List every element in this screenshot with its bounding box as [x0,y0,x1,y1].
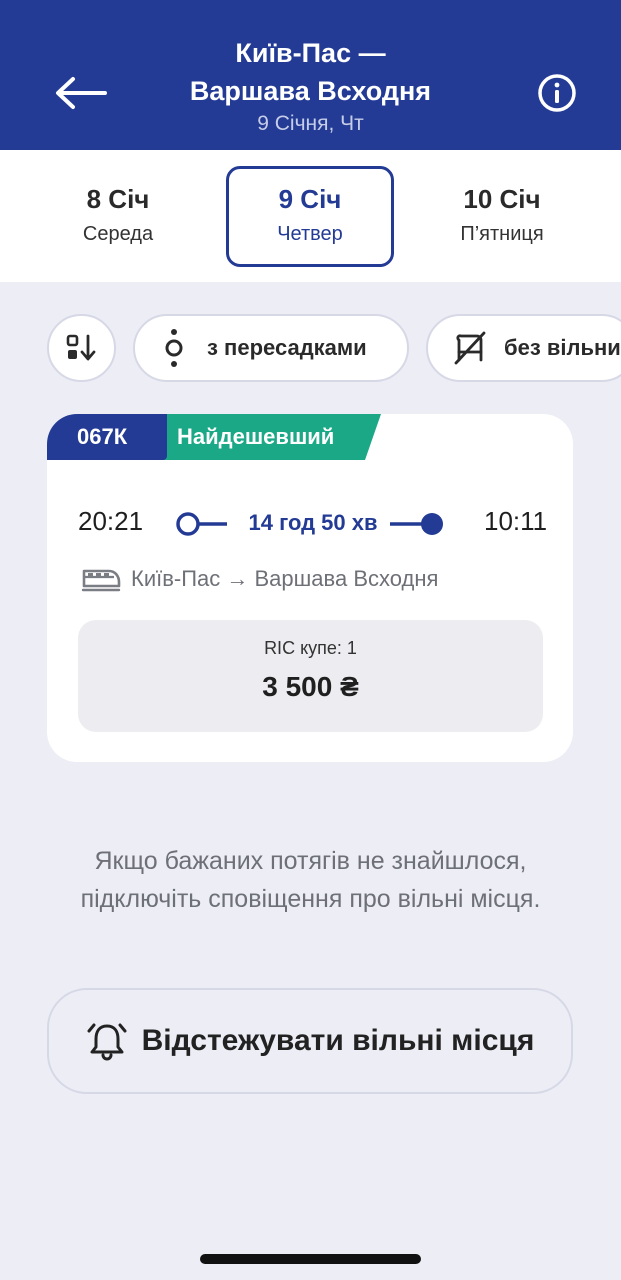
header: Київ-Пас — Варшава Всходня 9 Січня, Чт [0,0,621,150]
date-tab-weekday: П’ятниця [460,223,544,245]
arrival-time: 10:11 [484,506,548,536]
page-subtitle-date: 9 Січня, Чт [257,112,364,135]
date-tab-day: 8 Січ [86,184,150,214]
no-seats-filter-chip[interactable]: без вільних [426,314,621,382]
date-tab-day: 9 Січ [278,184,342,214]
sort-icon [66,334,95,361]
info-icon [538,74,576,112]
departure-time: 20:21 [78,506,144,536]
date-tab-day: 10 Січ [463,184,541,214]
no-trains-hint: Якщо бажаних потягів не знайшлося, підкл… [80,847,541,913]
home-indicator [200,1254,421,1264]
train-number: 067К [47,414,167,460]
date-selector: 8 Січ Середа 9 Січ Четвер 10 Січ П’ятниц… [0,150,621,282]
track-seats-label: Відстежувати вільні місця [141,1024,535,1057]
route-stations: Київ-Пас → Варшава Всходня [81,566,438,592]
date-tab-weekday: Четвер [277,223,343,245]
info-button[interactable] [534,70,580,116]
track-seats-button[interactable]: Відстежувати вільні місця [47,988,573,1094]
bell-icon [87,1023,127,1061]
price-box[interactable]: RIC купе: 1 3 500 ₴ [78,620,543,732]
seat-class-label: RIC купе: 1 [264,638,357,658]
back-button[interactable] [50,68,110,118]
page-title-destination: Варшава Всходня [189,76,432,106]
date-tab-prev[interactable]: 8 Січ Середа [34,166,202,267]
no-seats-icon [454,331,486,365]
date-tab-weekday: Середа [82,223,154,245]
arrow-left-icon [56,77,107,109]
page-title-origin: Київ-Пас — [235,38,386,68]
train-icon [81,569,121,592]
transfer-icon [165,329,183,367]
date-tab-next[interactable]: 10 Січ П’ятниця [418,166,586,267]
cheapest-badge: Найдешевший [151,414,381,460]
ticket-price: 3 500 ₴ [262,671,359,702]
sort-button[interactable] [47,314,116,382]
transfers-filter-chip[interactable]: з пересадками [133,314,409,382]
travel-duration: 14 год 50 хв [248,510,378,535]
no-seats-filter-label: без вільних [504,335,621,360]
train-card[interactable]: Найдешевший 067К 20:21 14 год 50 хв 10:1… [47,414,573,762]
transfers-filter-label: з пересадками [207,335,367,360]
route-stations-text: Київ-Пас → Варшава Всходня [131,566,439,591]
date-tab-selected[interactable]: 9 Січ Четвер [226,166,394,267]
